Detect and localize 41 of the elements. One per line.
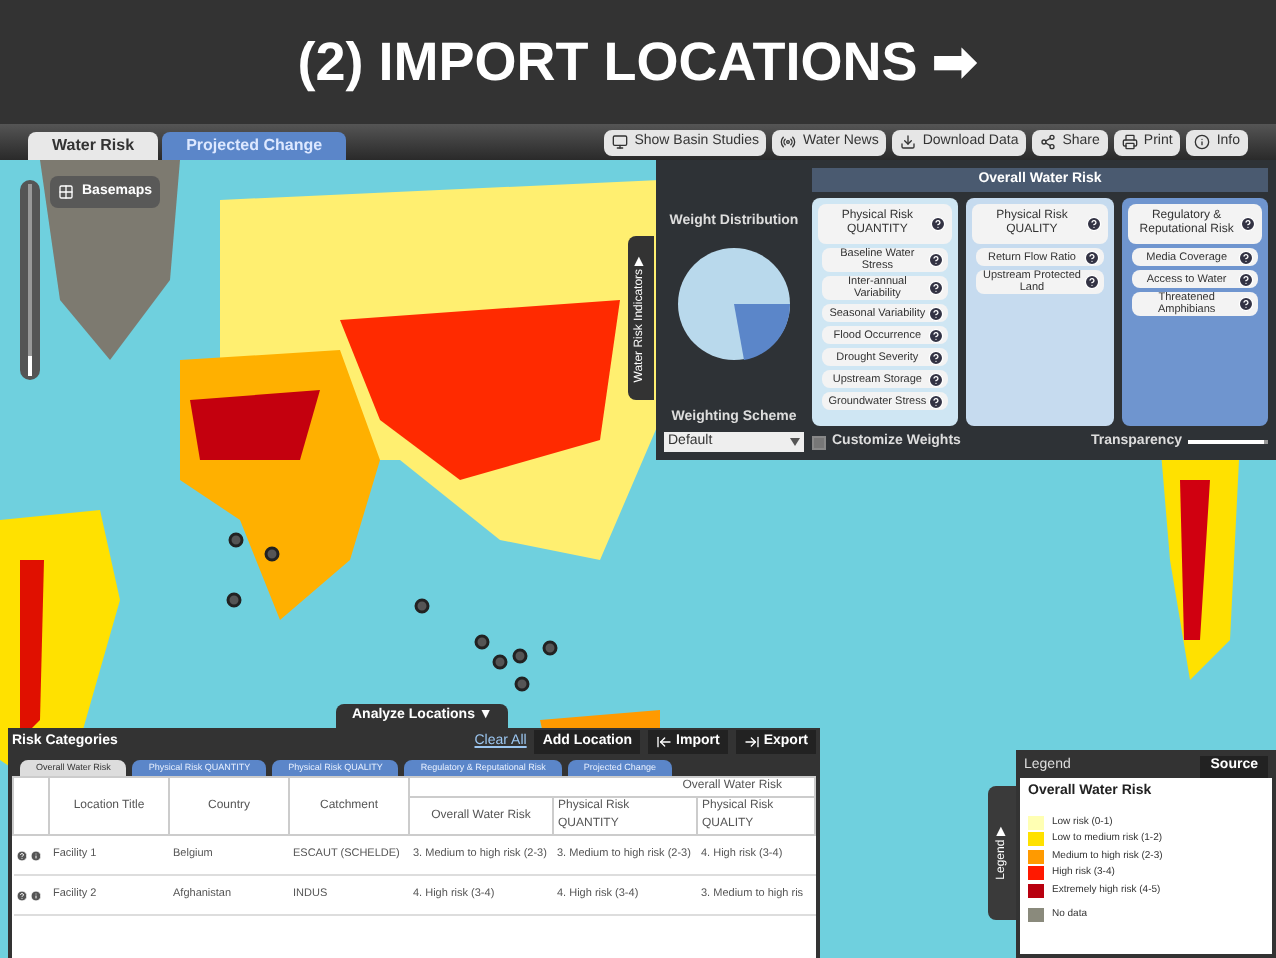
location-pin-icon[interactable] [264,546,280,562]
help-icon[interactable] [15,849,27,861]
export-icon [743,734,760,750]
print-icon [1121,134,1138,150]
help-icon[interactable] [928,280,945,296]
import-icon [656,734,673,750]
slide-title: (2) IMPORT LOCATIONS ➡ [297,29,979,96]
help-icon[interactable] [1083,249,1100,265]
help-icon[interactable] [928,252,945,268]
help-icon[interactable] [1237,271,1254,287]
help-icon[interactable] [928,327,945,343]
location-pin-icon[interactable] [474,634,490,650]
location-pin-icon[interactable] [512,648,528,664]
caret-icon [790,438,800,446]
help-icon[interactable] [1085,216,1102,232]
location-pin-icon[interactable] [414,598,430,614]
share-icon [1040,134,1057,150]
info-icon [1194,134,1211,150]
help-icon[interactable] [1237,249,1254,265]
grid-icon [58,184,74,200]
checkbox[interactable] [812,435,826,449]
location-pin-icon[interactable] [542,640,558,656]
help-icon[interactable] [1239,216,1256,232]
map-tab[interactable]: Water Risk [28,132,159,160]
location-pin-icon[interactable] [492,654,508,670]
pie-icon [676,245,792,361]
help-icon[interactable] [928,349,945,365]
help-icon[interactable] [928,393,945,409]
help-icon[interactable] [928,371,945,387]
help-icon[interactable] [930,216,947,232]
download-icon [900,134,917,150]
location-pin-icon[interactable] [226,592,242,608]
help-icon[interactable] [1083,274,1100,290]
help-icon[interactable] [1237,296,1254,312]
info-icon[interactable] [29,849,41,861]
zoom-slider[interactable] [20,180,40,380]
help-icon[interactable] [928,305,945,321]
help-icon[interactable] [15,889,27,901]
location-pin-icon[interactable] [514,676,530,692]
info-icon[interactable] [29,889,41,901]
location-pin-icon[interactable] [228,532,244,548]
